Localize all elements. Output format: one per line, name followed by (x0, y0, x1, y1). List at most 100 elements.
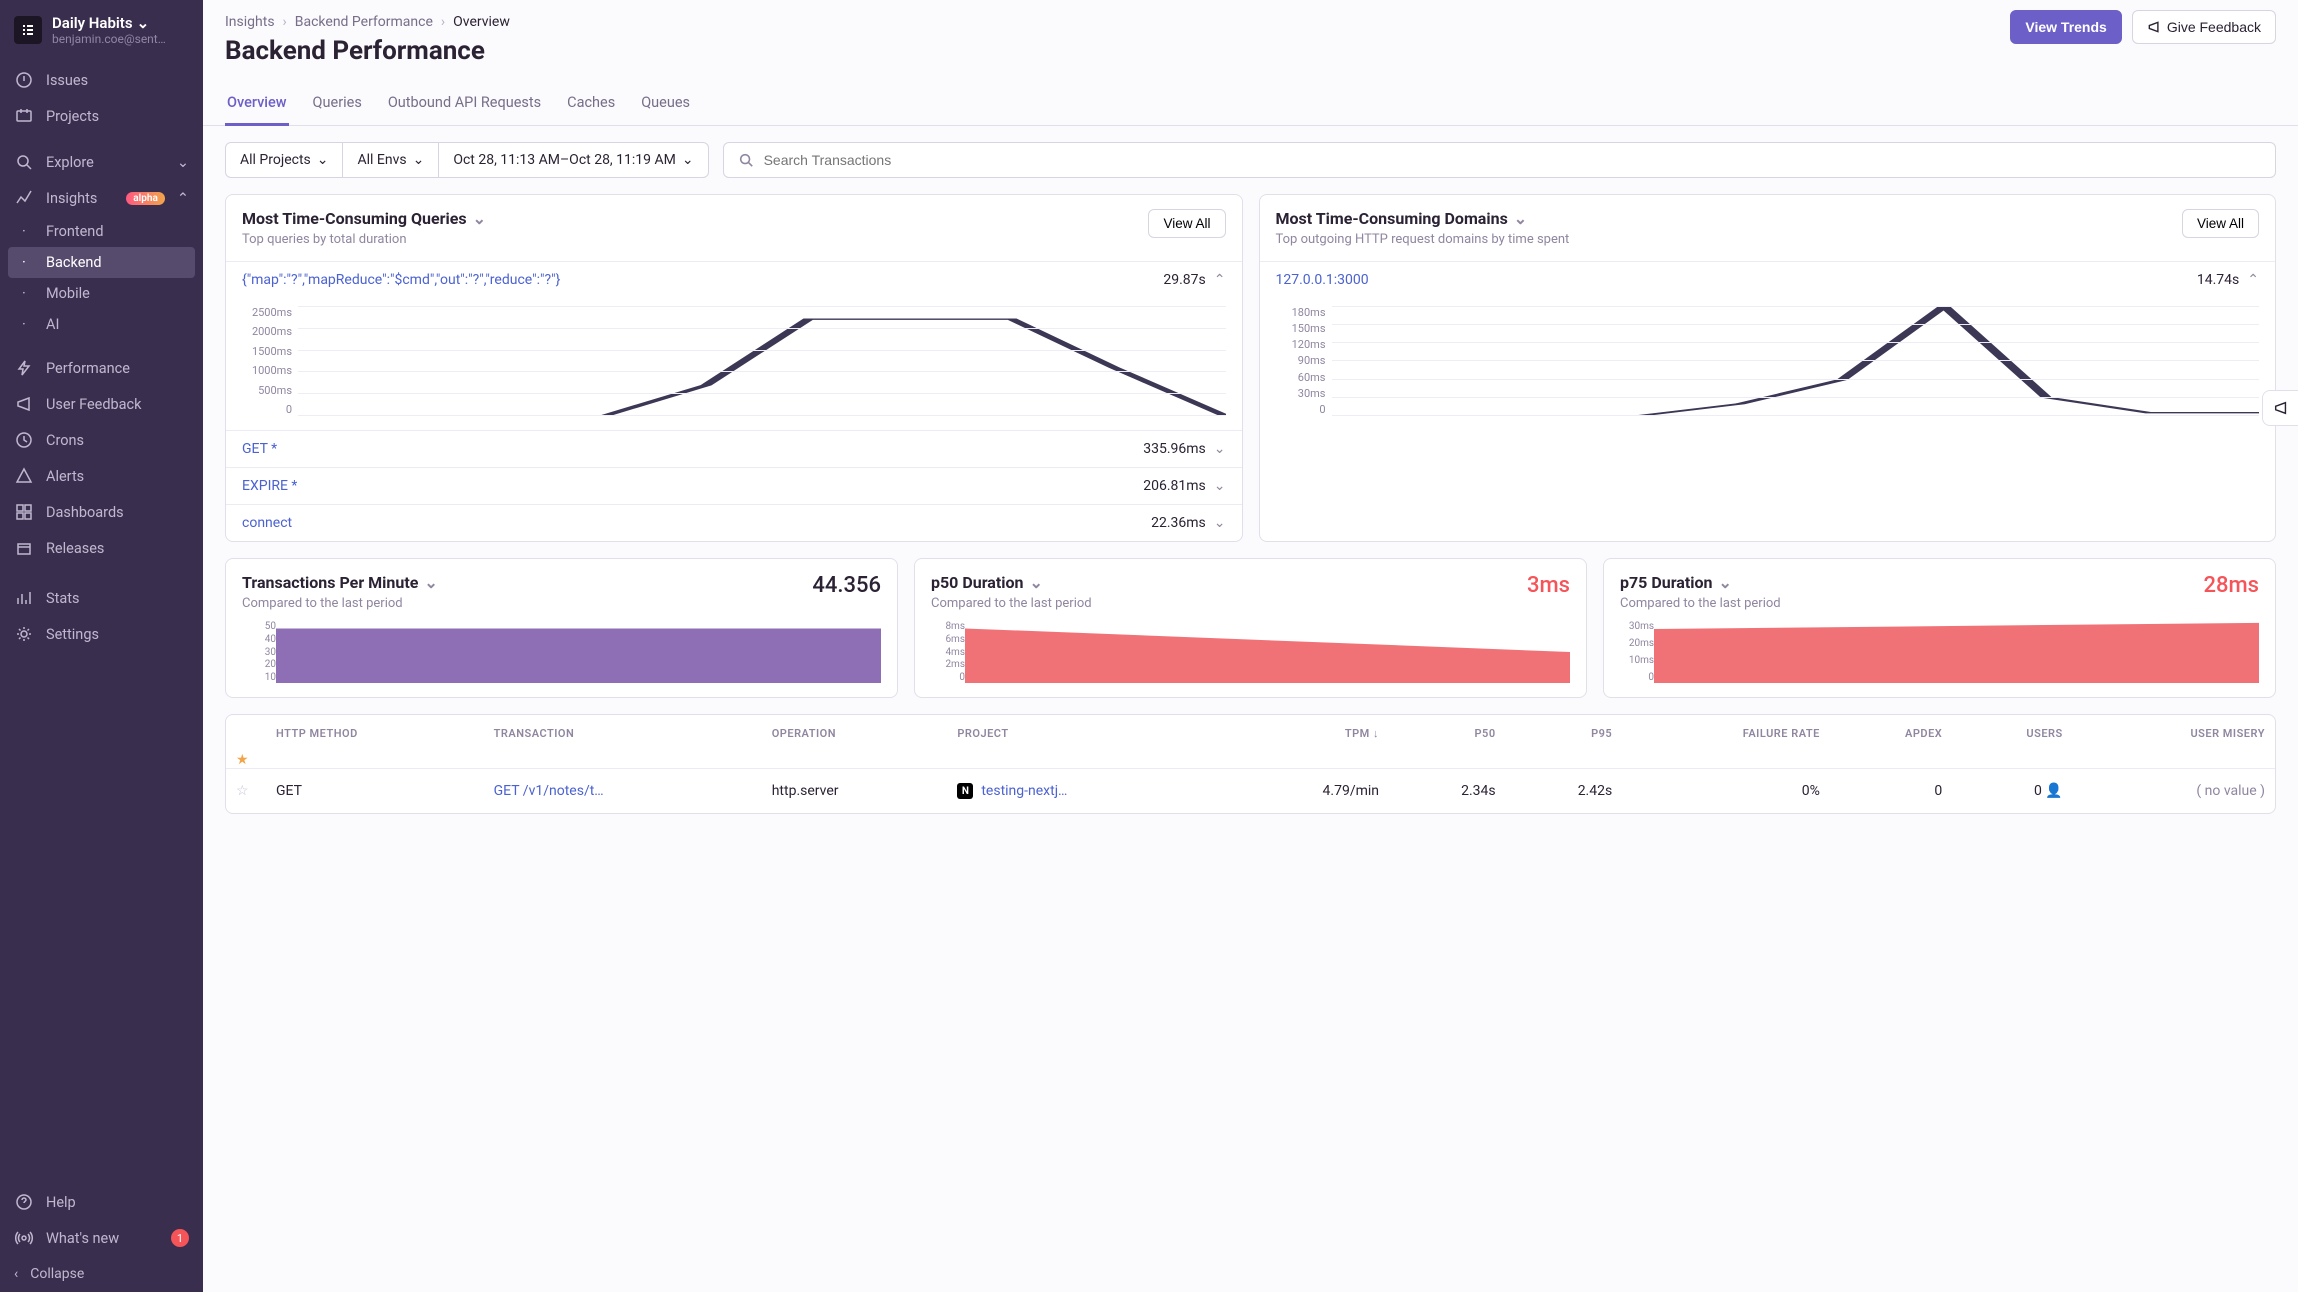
filter-projects[interactable]: All Projects ⌄ (226, 143, 343, 177)
chevron-right-icon: › (283, 14, 287, 30)
tab-queues[interactable]: Queues (639, 84, 692, 126)
panel-title[interactable]: Most Time-Consuming Queries ⌄ (242, 209, 486, 228)
nav-label: Crons (46, 432, 189, 449)
feedback-fab[interactable] (2262, 390, 2298, 426)
search-box[interactable] (723, 142, 2276, 178)
filter-envs[interactable]: All Envs ⌄ (343, 143, 439, 177)
area-chart (276, 621, 881, 683)
view-all-button[interactable]: View All (2182, 209, 2259, 238)
nav-settings[interactable]: Settings (0, 616, 203, 652)
nav-whats-new[interactable]: What's new 1 (0, 1220, 203, 1256)
mini-chart: 5040302010 (242, 621, 881, 683)
nav-sub-frontend[interactable]: Frontend (0, 216, 203, 247)
chevron-down-icon: ⌄ (424, 573, 437, 592)
th-transaction[interactable]: TRANSACTION (484, 715, 762, 752)
give-feedback-button[interactable]: Give Feedback (2132, 10, 2276, 44)
chevron-up-icon: ⌃ (177, 190, 189, 207)
query-link[interactable]: connect (242, 515, 292, 531)
collapse-label: Collapse (30, 1266, 84, 1282)
tab-overview[interactable]: Overview (225, 84, 289, 126)
nav-sub-mobile[interactable]: Mobile (0, 278, 203, 309)
nav-stats[interactable]: Stats (0, 580, 203, 616)
button-label: Give Feedback (2167, 19, 2261, 35)
nav-projects[interactable]: Projects (0, 98, 203, 134)
filter-label: All Envs (357, 152, 406, 168)
nav-explore[interactable]: Explore ⌄ (0, 144, 203, 180)
org-switcher[interactable]: Daily Habits ⌄ benjamin.coe@sent… (0, 0, 203, 56)
chevron-down-icon: ⌄ (137, 14, 150, 32)
query-row[interactable]: EXPIRE * 206.81ms ⌄ (226, 467, 1242, 504)
cell-transaction-link[interactable]: GET /v1/notes/t… (494, 783, 604, 799)
count-badge: 1 (171, 1229, 189, 1247)
query-row[interactable]: GET * 335.96ms ⌄ (226, 430, 1242, 467)
releases-icon (14, 538, 34, 558)
panel-subtitle: Top queries by total duration (242, 232, 486, 247)
chevron-down-icon: ⌄ (1214, 441, 1226, 457)
th-operation[interactable]: OPERATION (762, 715, 948, 752)
th-method[interactable]: HTTP METHOD (266, 715, 484, 752)
nav-label: Releases (46, 540, 189, 557)
th-tpm[interactable]: TPM ↓ (1225, 715, 1389, 752)
collapse-sidebar[interactable]: ‹ Collapse (0, 1256, 203, 1292)
metric-title[interactable]: p75 Duration ⌄ (1620, 573, 1781, 592)
domain-link[interactable]: 127.0.0.1:3000 (1276, 272, 1369, 288)
th-p95[interactable]: P95 (1506, 715, 1623, 752)
nav-label: Alerts (46, 468, 189, 485)
breadcrumb-link[interactable]: Backend Performance (295, 14, 433, 30)
query-value: 29.87s (1163, 272, 1205, 288)
view-trends-button[interactable]: View Trends (2010, 10, 2121, 44)
nav-insights[interactable]: Insights alpha ⌃ (0, 180, 203, 216)
panel-domains: Most Time-Consuming Domains ⌄ Top outgoi… (1259, 194, 2277, 542)
query-link[interactable]: GET * (242, 441, 277, 457)
query-link[interactable]: {"map":"?","mapReduce":"$cmd","out":"?",… (242, 272, 560, 288)
nav-issues[interactable]: Issues (0, 62, 203, 98)
th-misery[interactable]: USER MISERY (2073, 715, 2275, 752)
metric-tpm: Transactions Per Minute ⌄ Compared to th… (225, 558, 898, 698)
tabs: Overview Queries Outbound API Requests C… (203, 84, 2298, 126)
chevron-down-icon: ⌄ (413, 152, 425, 168)
nav-help[interactable]: Help (0, 1184, 203, 1220)
search-icon (738, 152, 754, 168)
nav-releases[interactable]: Releases (0, 530, 203, 566)
metric-title[interactable]: Transactions Per Minute ⌄ (242, 573, 438, 592)
cell-project-link[interactable]: testing-nextj… (981, 783, 1067, 799)
query-link[interactable]: EXPIRE * (242, 478, 297, 494)
domain-row-expanded[interactable]: 127.0.0.1:3000 14.74s ⌃ (1260, 261, 2276, 298)
nav-alerts[interactable]: Alerts (0, 458, 203, 494)
tab-outbound-api[interactable]: Outbound API Requests (386, 84, 543, 126)
chevron-down-icon: ⌄ (1214, 515, 1226, 531)
filter-daterange[interactable]: Oct 28, 11:13 AM–Oct 28, 11:19 AM ⌄ (439, 143, 707, 177)
table-header-star-row: ★ (226, 752, 2275, 769)
panel-title[interactable]: Most Time-Consuming Domains ⌄ (1276, 209, 1570, 228)
th-failure[interactable]: FAILURE RATE (1622, 715, 1830, 752)
th-p50[interactable]: P50 (1389, 715, 1506, 752)
query-row[interactable]: connect 22.36ms ⌄ (226, 504, 1242, 541)
nav-label: Insights (46, 190, 114, 207)
th-project[interactable]: PROJECT (947, 715, 1225, 752)
th-users[interactable]: USERS (1952, 715, 2072, 752)
view-all-button[interactable]: View All (1148, 209, 1225, 238)
star-empty-icon[interactable]: ☆ (236, 783, 249, 799)
nav-performance[interactable]: Performance (0, 350, 203, 386)
tab-caches[interactable]: Caches (565, 84, 617, 126)
metric-title[interactable]: p50 Duration ⌄ (931, 573, 1092, 592)
table-row[interactable]: ☆ GET GET /v1/notes/t… http.server Ntest… (226, 769, 2275, 814)
cell-misery: ( no value ) (2073, 769, 2275, 814)
star-filled-icon[interactable]: ★ (236, 752, 249, 768)
search-input[interactable] (764, 143, 2261, 177)
query-row-expanded[interactable]: {"map":"?","mapReduce":"$cmd","out":"?",… (226, 261, 1242, 298)
nav-sub-ai[interactable]: AI (0, 309, 203, 340)
metric-subtitle: Compared to the last period (1620, 596, 1781, 611)
nav-dashboards[interactable]: Dashboards (0, 494, 203, 530)
filter-group: All Projects ⌄ All Envs ⌄ Oct 28, 11:13 … (225, 142, 709, 178)
nav-sub-label: Frontend (46, 223, 104, 240)
nav-user-feedback[interactable]: User Feedback (0, 386, 203, 422)
th-apdex[interactable]: APDEX (1830, 715, 1952, 752)
breadcrumb-link[interactable]: Insights (225, 14, 275, 30)
nav-sub-backend[interactable]: Backend (8, 247, 195, 278)
header-actions: View Trends Give Feedback (2010, 10, 2276, 44)
tab-queries[interactable]: Queries (311, 84, 364, 126)
nav-crons[interactable]: Crons (0, 422, 203, 458)
metric-value: 44.356 (812, 573, 881, 598)
metric-value: 3ms (1527, 573, 1570, 598)
